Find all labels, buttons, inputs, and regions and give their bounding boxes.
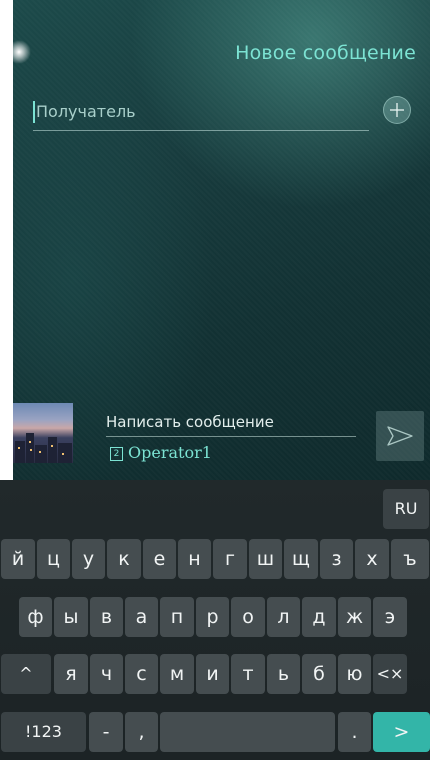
message-input-underline: [106, 436, 356, 437]
key-с[interactable]: с: [125, 654, 158, 694]
key-х[interactable]: х: [355, 539, 389, 579]
key-д[interactable]: д: [302, 597, 336, 637]
attachment-thumbnail[interactable]: [13, 403, 73, 463]
key-ь[interactable]: ь: [267, 654, 300, 694]
key-ч[interactable]: ч: [90, 654, 123, 694]
sim-operator-name[interactable]: Operator1: [128, 443, 212, 462]
symbols-key[interactable]: !123: [1, 712, 86, 752]
message-input-placeholder[interactable]: Написать сообщение: [106, 413, 274, 431]
key-и[interactable]: и: [196, 654, 229, 694]
key-й[interactable]: й: [1, 539, 35, 579]
backspace-key[interactable]: <×: [373, 654, 407, 694]
add-recipient-button[interactable]: [383, 96, 411, 124]
key-ф[interactable]: ф: [19, 597, 52, 637]
shift-key[interactable]: ^: [1, 654, 51, 694]
key-в[interactable]: в: [90, 597, 123, 637]
space-key[interactable]: [160, 712, 335, 752]
period-key[interactable]: .: [338, 712, 371, 752]
language-switch-key[interactable]: RU: [383, 489, 429, 529]
key-г[interactable]: г: [213, 539, 247, 579]
key-к[interactable]: к: [107, 539, 141, 579]
key-а[interactable]: а: [125, 597, 158, 637]
key-э[interactable]: э: [373, 597, 407, 637]
key-л[interactable]: л: [267, 597, 300, 637]
key-б[interactable]: б: [302, 654, 336, 694]
comma-key[interactable]: ,: [125, 712, 158, 752]
on-screen-keyboard: RU йцукенгшщзхъ фывапролджэ ^ я ч с м и т ь б ю <×…: [0, 480, 430, 760]
recipient-input[interactable]: Получатель: [33, 98, 369, 131]
page-title: Новое сообщение: [235, 42, 416, 64]
key-ш[interactable]: ш: [249, 539, 282, 579]
key-п[interactable]: п: [160, 597, 194, 637]
enter-key[interactable]: >: [373, 712, 430, 752]
key-м[interactable]: м: [160, 654, 194, 694]
key-р[interactable]: р: [196, 597, 229, 637]
key-о[interactable]: о: [231, 597, 265, 637]
light-flare: [13, 40, 31, 64]
text-caret: [33, 101, 35, 123]
dash-key[interactable]: -: [89, 712, 123, 752]
key-у[interactable]: у: [72, 539, 105, 579]
key-ъ[interactable]: ъ: [391, 539, 429, 579]
new-message-screen: Новое сообщение Получатель Написать сооб: [0, 0, 430, 760]
key-е[interactable]: е: [143, 539, 176, 579]
key-н[interactable]: н: [178, 539, 211, 579]
sim-slot-badge: 2: [110, 447, 123, 461]
send-arrow-icon: [387, 426, 413, 446]
send-button[interactable]: [376, 411, 424, 461]
plus-icon: [390, 103, 404, 117]
recipient-placeholder: Получатель: [36, 102, 136, 121]
key-ц[interactable]: ц: [37, 539, 70, 579]
key-т[interactable]: т: [231, 654, 265, 694]
key-ы[interactable]: ы: [54, 597, 88, 637]
message-area: Новое сообщение Получатель Написать сооб: [13, 0, 430, 480]
key-ю[interactable]: ю: [338, 654, 371, 694]
key-з[interactable]: з: [320, 539, 353, 579]
key-щ[interactable]: щ: [284, 539, 318, 579]
key-я[interactable]: я: [54, 654, 88, 694]
key-ж[interactable]: ж: [338, 597, 371, 637]
